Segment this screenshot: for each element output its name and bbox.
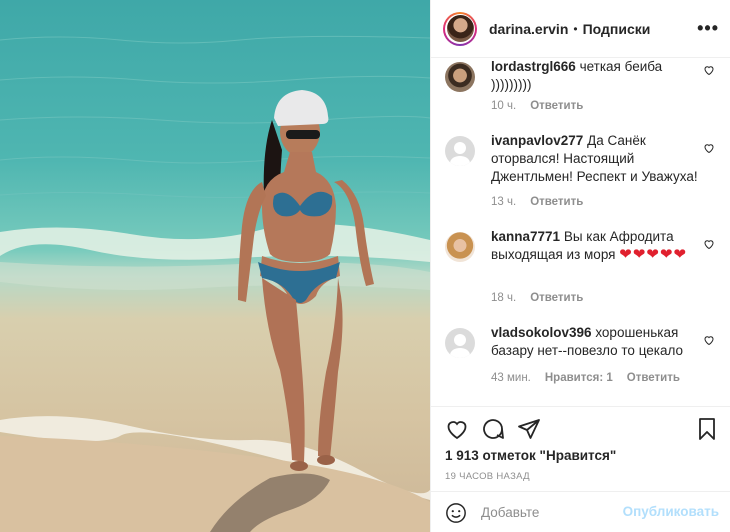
like-comment-heart-icon[interactable]: [703, 142, 715, 154]
comment-time: 13 ч.: [491, 196, 517, 208]
author-avatar-image: [446, 15, 474, 42]
comment-meta: 18 ч. Ответить: [491, 292, 597, 304]
post-viewer: darina.ervin • Подписки ••• lordastrgl66…: [0, 0, 730, 532]
comment-time: 43 мин.: [491, 372, 531, 384]
commenter-avatar[interactable]: [445, 136, 475, 166]
heart-emojis: ❤❤❤❤❤: [619, 246, 688, 263]
beach-photo-illustration: [0, 35, 430, 532]
comment-bubble-icon[interactable]: [481, 417, 505, 441]
header-separator: •: [573, 21, 578, 36]
post-header: darina.ervin • Подписки •••: [431, 0, 730, 58]
post-side-panel: darina.ervin • Подписки ••• lordastrgl66…: [430, 0, 730, 532]
comment-meta: 10 ч. Ответить: [491, 100, 597, 112]
commenter-username[interactable]: lordastrgl666: [491, 59, 576, 74]
comment-input[interactable]: [481, 500, 631, 524]
reply-button[interactable]: Ответить: [530, 196, 583, 208]
commenter-username[interactable]: kanna7771: [491, 229, 560, 244]
reply-button[interactable]: Ответить: [530, 292, 583, 304]
commenter-avatar[interactable]: [445, 328, 475, 358]
reply-button[interactable]: Ответить: [530, 100, 583, 112]
save-bookmark-icon[interactable]: [695, 417, 719, 441]
post-actions: 1 913 отметок "Нравится" 19 ЧАСОВ НАЗАД …: [431, 406, 730, 532]
add-comment-bar: Опубликовать: [431, 491, 730, 532]
commenter-username[interactable]: vladsokolov396: [491, 325, 592, 340]
publish-button[interactable]: Опубликовать: [623, 504, 719, 519]
comment-time: 10 ч.: [491, 100, 517, 112]
commenter-avatar[interactable]: [445, 62, 475, 92]
comment-likes-count[interactable]: Нравится: 1: [545, 372, 613, 384]
comment-time: 18 ч.: [491, 292, 517, 304]
author-username-link[interactable]: darina.ervin: [489, 21, 568, 37]
comment-meta: 43 мин. Нравится: 1 Ответить: [491, 372, 694, 384]
share-paper-plane-icon[interactable]: [517, 417, 541, 441]
post-photo[interactable]: [0, 0, 430, 532]
like-comment-heart-icon[interactable]: [703, 64, 715, 76]
more-options-icon[interactable]: •••: [697, 18, 719, 39]
author-avatar[interactable]: [443, 11, 477, 46]
commenter-username[interactable]: ivanpavlov277: [491, 133, 583, 148]
like-comment-heart-icon[interactable]: [703, 334, 715, 346]
post-timestamp[interactable]: 19 ЧАСОВ НАЗАД: [445, 471, 530, 482]
commenter-avatar[interactable]: [445, 232, 475, 262]
likes-count[interactable]: 1 913 отметок "Нравится": [445, 448, 616, 463]
comment-meta: 13 ч. Ответить: [491, 196, 597, 208]
comments-list[interactable]: lordastrgl666 четкая беиба ))))))))) 10 …: [431, 58, 730, 406]
like-comment-heart-icon[interactable]: [703, 238, 715, 250]
following-button[interactable]: Подписки: [583, 21, 651, 37]
emoji-smiley-icon[interactable]: [445, 502, 467, 524]
like-heart-icon[interactable]: [445, 417, 469, 441]
reply-button[interactable]: Ответить: [627, 372, 680, 384]
